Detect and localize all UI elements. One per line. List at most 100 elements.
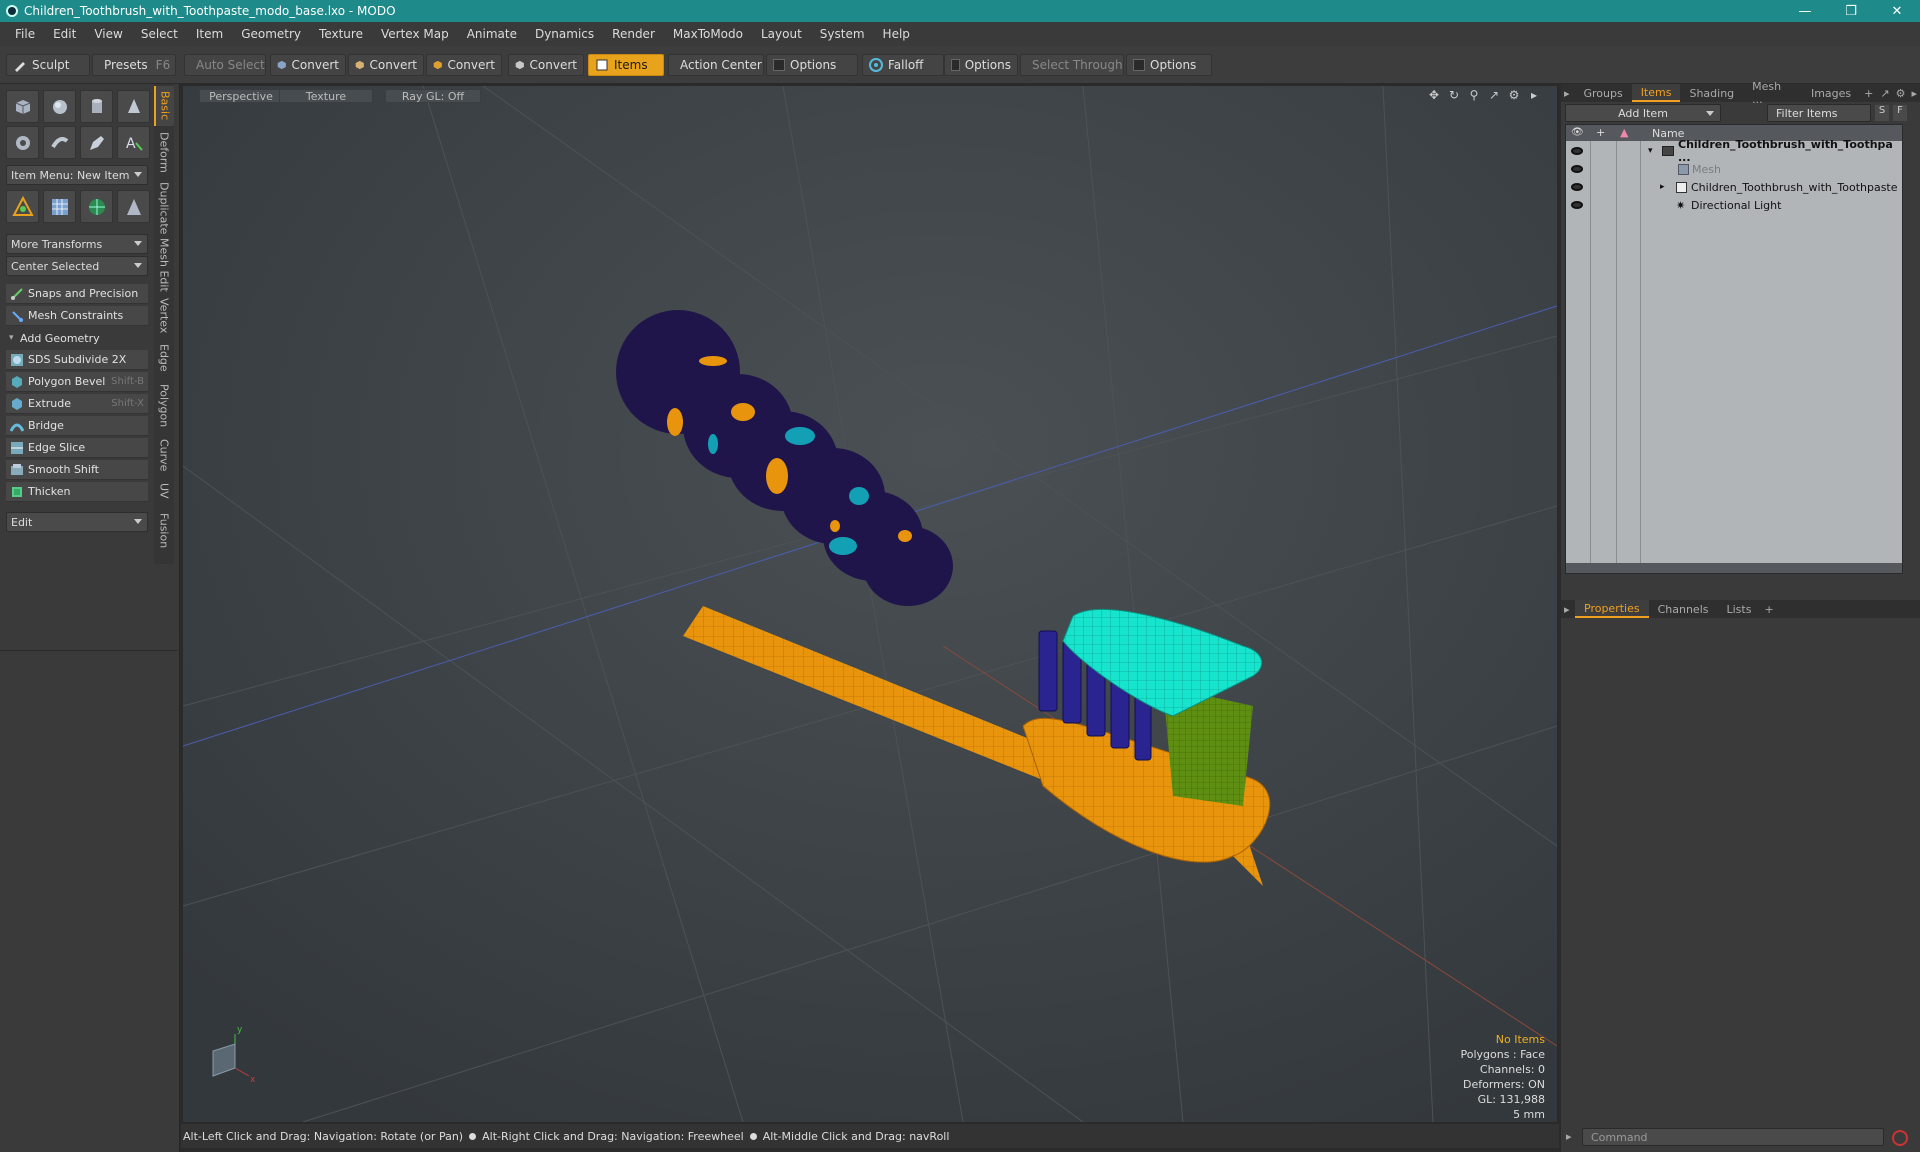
- vtab-basic[interactable]: Basic: [154, 86, 174, 126]
- vtab-vertex[interactable]: Vertex: [154, 296, 174, 336]
- add-item-dropdown[interactable]: Add Item: [1565, 104, 1721, 122]
- panel-menu-icon[interactable]: ▸: [1561, 600, 1575, 618]
- menu-view[interactable]: View: [85, 27, 131, 41]
- falloff-button[interactable]: Falloff: [862, 54, 944, 76]
- add-tab-icon[interactable]: +: [1860, 84, 1877, 102]
- vtab-edge[interactable]: Edge: [154, 340, 174, 376]
- menu-vertex-map[interactable]: Vertex Map: [372, 27, 458, 41]
- menu-select[interactable]: Select: [132, 27, 187, 41]
- raygl-button[interactable]: Ray GL: Off: [385, 89, 481, 103]
- maximize-view-icon[interactable]: ↗: [1487, 88, 1501, 102]
- center-selected-dropdown[interactable]: Center Selected: [6, 256, 148, 276]
- chevron-right-icon[interactable]: ▸: [1908, 84, 1920, 102]
- globe-tool-button[interactable]: [80, 190, 113, 223]
- add-geometry-header[interactable]: ▾ Add Geometry: [6, 329, 148, 347]
- light-tool-button[interactable]: [117, 190, 150, 223]
- perspective-button[interactable]: Perspective: [199, 89, 283, 103]
- menu-file[interactable]: File: [6, 27, 44, 41]
- tool-sds-subdivide[interactable]: SDS Subdivide 2X: [6, 350, 148, 370]
- tab-groups[interactable]: Groups: [1574, 84, 1631, 102]
- options-button-3[interactable]: Options: [1126, 54, 1212, 76]
- panel-menu-icon[interactable]: ▸: [1561, 84, 1574, 102]
- texture-button[interactable]: Texture: [279, 89, 373, 103]
- gear-icon[interactable]: ⚙: [1893, 84, 1909, 102]
- expand-arrow-icon[interactable]: ▾: [1648, 146, 1653, 156]
- tab-mesh[interactable]: Mesh ...: [1743, 80, 1802, 106]
- filter-s-button[interactable]: S: [1875, 105, 1889, 121]
- filter-f-button[interactable]: F: [1893, 105, 1907, 121]
- menu-render[interactable]: Render: [603, 27, 664, 41]
- vtab-mesh-edit[interactable]: Mesh Edit: [154, 238, 174, 292]
- action-center-button[interactable]: Action Center: [668, 54, 764, 76]
- eye-icon[interactable]: [1571, 147, 1583, 155]
- command-arrow-icon[interactable]: ▸: [1566, 1130, 1572, 1143]
- more-transforms-dropdown[interactable]: More Transforms: [6, 234, 148, 254]
- zoom-view-icon[interactable]: ⚲: [1467, 88, 1481, 102]
- cone-tool-button[interactable]: [117, 90, 150, 123]
- tool-smooth-shift[interactable]: Smooth Shift: [6, 460, 148, 480]
- horizontal-scrollbar[interactable]: [1566, 563, 1902, 573]
- locator-tool-button[interactable]: [6, 190, 39, 223]
- vtab-deform[interactable]: Deform: [154, 128, 174, 176]
- vtab-duplicate[interactable]: Duplicate: [154, 180, 174, 236]
- vtab-uv[interactable]: UV: [154, 478, 174, 504]
- pen-tool-button[interactable]: [80, 126, 113, 159]
- close-button[interactable]: ✕: [1874, 0, 1920, 22]
- vtab-fusion[interactable]: Fusion: [154, 508, 174, 554]
- menu-layout[interactable]: Layout: [752, 27, 811, 41]
- tool-thicken[interactable]: Thicken: [6, 482, 148, 502]
- eye-icon[interactable]: [1571, 183, 1583, 191]
- tab-images[interactable]: Images: [1802, 84, 1860, 102]
- vtab-curve[interactable]: Curve: [154, 436, 174, 474]
- presets-button[interactable]: Presets F6: [92, 54, 176, 76]
- sphere-tool-button[interactable]: [43, 90, 76, 123]
- expand-icon[interactable]: ↗: [1877, 84, 1892, 102]
- chevron-right-icon[interactable]: ▸: [1527, 88, 1541, 102]
- tool-bridge[interactable]: Bridge: [6, 416, 148, 436]
- item-row-directional-light[interactable]: ✷ Directional Light: [1566, 196, 1902, 214]
- eye-icon[interactable]: [1571, 165, 1583, 173]
- menu-system[interactable]: System: [811, 27, 874, 41]
- convert-button-4[interactable]: Convert: [508, 54, 584, 76]
- tube-tool-button[interactable]: [43, 126, 76, 159]
- auto-select-button[interactable]: Auto Select: [184, 54, 266, 76]
- convert-button-2[interactable]: Convert: [348, 54, 424, 76]
- sculpt-button[interactable]: Sculpt: [6, 54, 90, 76]
- restore-button[interactable]: ❐: [1828, 0, 1874, 22]
- item-row-scene[interactable]: ▾ Children_Toothbrush_with_Toothpa ...: [1566, 138, 1902, 164]
- items-mode-button[interactable]: Items: [588, 54, 664, 76]
- edit-dropdown[interactable]: Edit: [6, 512, 148, 532]
- select-through-button[interactable]: Select Through: [1020, 54, 1124, 76]
- filter-items-input[interactable]: Filter Items: [1767, 104, 1871, 122]
- convert-button-3[interactable]: Convert: [426, 54, 502, 76]
- menu-maxtomodo[interactable]: MaxToModo: [664, 27, 752, 41]
- options-button-2[interactable]: Options: [944, 54, 1018, 76]
- mesh-constraints-button[interactable]: Mesh Constraints: [6, 306, 148, 326]
- menu-help[interactable]: Help: [874, 27, 919, 41]
- tab-channels[interactable]: Channels: [1649, 600, 1718, 618]
- eye-icon[interactable]: [1571, 201, 1583, 209]
- tab-lists[interactable]: Lists: [1718, 600, 1761, 618]
- cylinder-tool-button[interactable]: [80, 90, 113, 123]
- menu-animate[interactable]: Animate: [458, 27, 526, 41]
- text-tool-button[interactable]: A: [117, 126, 150, 159]
- tab-properties[interactable]: Properties: [1575, 600, 1649, 618]
- tool-polygon-bevel[interactable]: Polygon Bevel Shift-B: [6, 372, 148, 392]
- gear-icon[interactable]: ⚙: [1507, 88, 1521, 102]
- cube-tool-button[interactable]: [6, 90, 39, 123]
- move-view-icon[interactable]: ✥: [1427, 88, 1441, 102]
- snaps-precision-button[interactable]: Snaps and Precision: [6, 284, 148, 304]
- menu-texture[interactable]: Texture: [310, 27, 372, 41]
- add-tab-icon[interactable]: +: [1760, 600, 1777, 618]
- minimize-button[interactable]: —: [1782, 0, 1828, 22]
- rotate-view-icon[interactable]: ↻: [1447, 88, 1461, 102]
- convert-button-1[interactable]: Convert: [270, 54, 346, 76]
- item-row-toothbrush[interactable]: ▸ Children_Toothbrush_with_Toothpaste: [1566, 178, 1902, 196]
- expand-arrow-icon[interactable]: ▸: [1660, 182, 1665, 192]
- grid-tool-button[interactable]: [43, 190, 76, 223]
- torus-tool-button[interactable]: [6, 126, 39, 159]
- menu-geometry[interactable]: Geometry: [232, 27, 310, 41]
- 3d-viewport[interactable]: x y Perspective Texture Ray GL: Off ✥ ↻ …: [181, 84, 1559, 1124]
- tab-shading[interactable]: Shading: [1680, 84, 1743, 102]
- record-icon[interactable]: [1892, 1130, 1908, 1146]
